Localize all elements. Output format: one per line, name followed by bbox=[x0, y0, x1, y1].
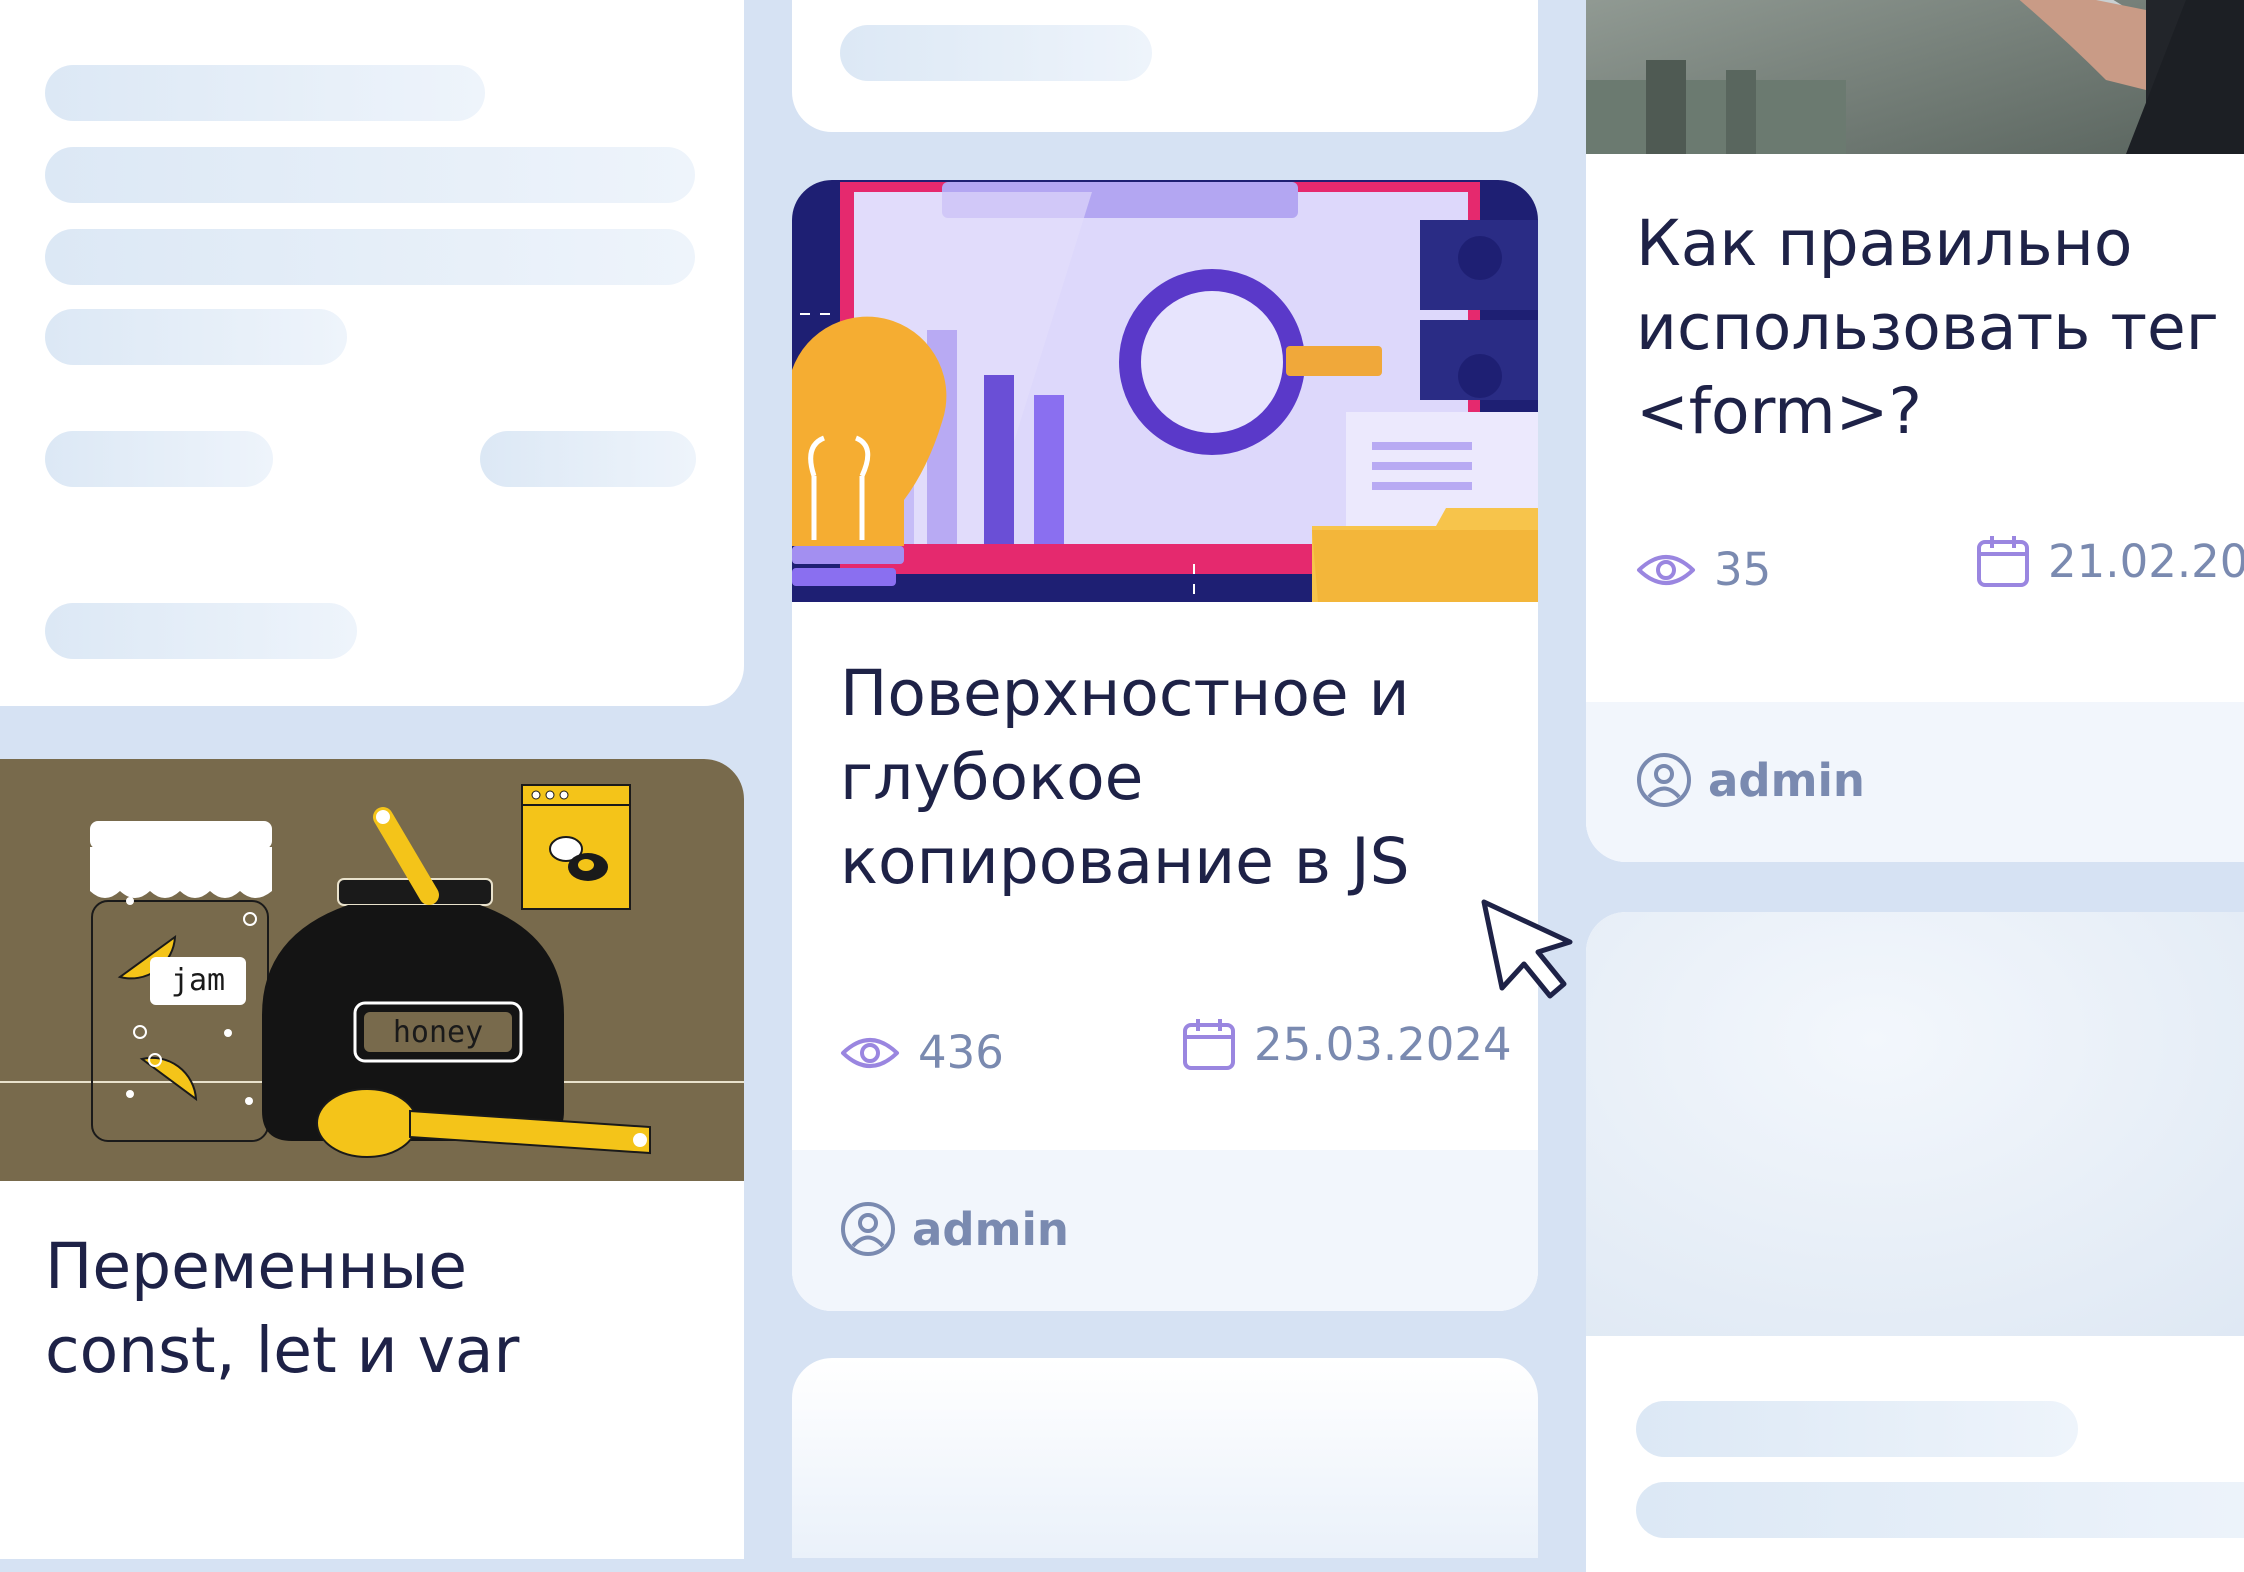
date-field: 25.03.2024 bbox=[1182, 1017, 1512, 1071]
views-counter: 35 bbox=[1636, 543, 1771, 596]
skeleton-card bbox=[1586, 912, 2244, 1572]
author-name[interactable]: admin bbox=[912, 1203, 1069, 1256]
article-title[interactable]: Поверхностное и глубокое копирование в J… bbox=[840, 652, 1500, 904]
skeleton-line bbox=[1636, 1482, 2244, 1538]
skeleton-line bbox=[840, 25, 1152, 81]
skeleton-card bbox=[792, 1358, 1538, 1558]
article-title[interactable]: Переменные const, let и var bbox=[45, 1225, 605, 1393]
jam-label: jam bbox=[171, 963, 225, 998]
skeleton-line bbox=[45, 65, 485, 121]
article-image-tablet bbox=[1586, 0, 2244, 154]
calendar-icon bbox=[1183, 1019, 1235, 1070]
author-bar: admin bbox=[792, 1150, 1538, 1311]
skeleton-line bbox=[45, 229, 695, 285]
article-image-jars: jam honey bbox=[0, 759, 744, 1181]
user-icon bbox=[1637, 753, 1691, 807]
skeleton-line bbox=[1636, 1401, 2078, 1457]
eye-icon bbox=[841, 1037, 899, 1068]
honey-label: honey bbox=[393, 1015, 483, 1050]
eye-icon bbox=[1637, 554, 1695, 585]
article-title[interactable]: Как правильно использовать тег <form>? bbox=[1636, 202, 2244, 454]
views-count: 35 bbox=[1714, 543, 1772, 596]
publish-date: 21.02.202 bbox=[2048, 534, 2244, 588]
skeleton-line bbox=[45, 603, 357, 659]
views-count: 436 bbox=[918, 1026, 1004, 1079]
date-field: 21.02.202 bbox=[1976, 534, 2244, 588]
author-name[interactable]: admin bbox=[1708, 754, 1865, 807]
author[interactable]: admin bbox=[1636, 752, 1865, 808]
views-counter: 436 bbox=[840, 1026, 1004, 1079]
article-card-copying[interactable]: Поверхностное и глубокое копирование в J… bbox=[792, 180, 1538, 1311]
skeleton-line bbox=[45, 309, 347, 365]
article-card-form-tag[interactable]: Как правильно использовать тег <form>? 3… bbox=[1586, 0, 2244, 862]
skeleton-card bbox=[0, 0, 744, 706]
skeleton-line bbox=[45, 431, 273, 487]
skeleton-image bbox=[1586, 912, 2244, 1336]
publish-date: 25.03.2024 bbox=[1254, 1017, 1512, 1071]
article-image-analytics bbox=[792, 180, 1538, 602]
author-bar: admin bbox=[1586, 702, 2244, 862]
calendar-icon bbox=[1977, 536, 2029, 587]
cursor-icon bbox=[1478, 896, 1588, 1010]
article-card-variables[interactable]: jam honey Переменные const, let и var bbox=[0, 759, 744, 1559]
skeleton-card bbox=[792, 0, 1538, 132]
author[interactable]: admin bbox=[840, 1201, 1069, 1257]
user-icon bbox=[841, 1202, 895, 1256]
skeleton-line bbox=[45, 147, 695, 203]
skeleton-line bbox=[480, 431, 696, 487]
